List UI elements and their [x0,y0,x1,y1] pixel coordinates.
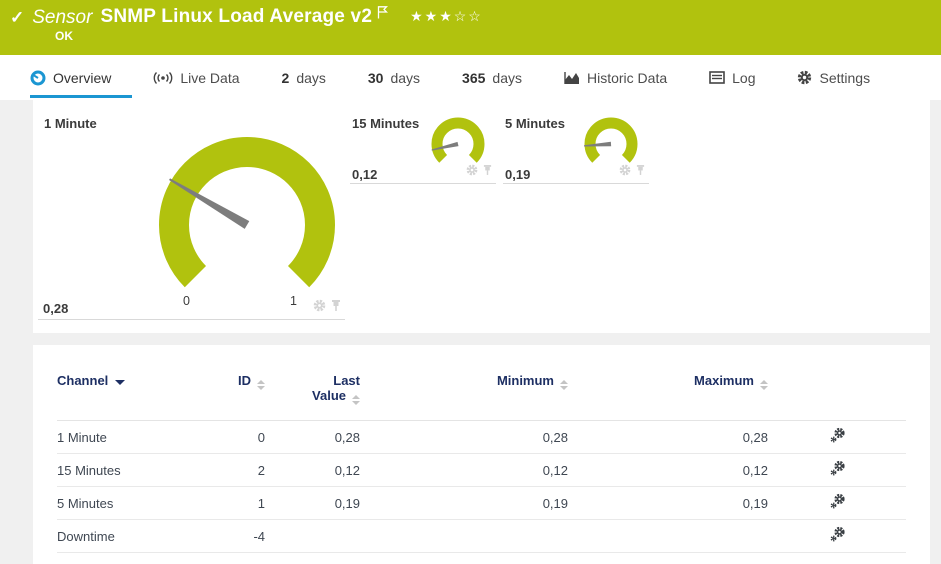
column-header-last-value[interactable]: Last Value [265,365,360,421]
gauge-icon [30,70,46,85]
tab-log-label: Log [732,69,756,86]
tab-historic-data-label: Historic Data [586,69,668,86]
tab-live-data-label: Live Data [180,69,240,86]
sort-arrows-icon [760,380,768,390]
tab-30-days-word: days [390,69,421,86]
gauge-title: 5 Minutes [505,116,565,131]
channel-settings-icon[interactable] [829,460,846,480]
cell-last-value [265,519,360,553]
tab-365-days-word: days [492,69,522,86]
area-chart-icon [564,71,579,84]
channels-table: Channel ID Last Value Minimum Maximum 1 … [57,365,906,553]
gauge-value: 0,28 [43,301,69,316]
gauge-title: 15 Minutes [352,116,420,131]
content-area: 1 Minute 0 1 0,28 15 Minutes 0,12 5 Minu… [0,100,941,564]
cell-maximum: 0,28 [568,420,768,454]
page-title: SNMP Linux Load Average v2 [100,6,373,27]
column-header-minimum-label: Minimum [496,373,554,388]
gauge-scale-min: 0 [183,294,190,308]
cell-maximum: 0,12 [568,453,768,487]
tab-365-days-number: 365 [462,69,486,86]
gauge-pin-icon[interactable] [331,299,341,317]
column-header-maximum[interactable]: Maximum [568,365,768,421]
cell-minimum: 0,12 [360,453,568,487]
column-header-channel[interactable]: Channel [57,365,167,421]
gauge-settings-icon[interactable] [466,163,478,181]
tab-settings-label: Settings [819,69,871,86]
priority-flag-icon[interactable] [377,6,389,24]
column-header-channel-label: Channel [57,373,109,388]
sort-arrows-icon [352,395,360,405]
column-header-id[interactable]: ID [167,365,265,421]
cell-last-value: 0,28 [265,420,360,454]
column-header-settings [768,365,906,421]
column-header-maximum-label: Maximum [694,373,754,388]
gauge-settings-icon[interactable] [313,299,326,317]
table-row: 5 Minutes 1 0,19 0,19 0,19 [57,486,906,520]
tab-live-data[interactable]: Live Data [132,55,260,100]
cell-maximum [568,519,768,553]
channel-settings-icon[interactable] [829,526,846,546]
tab-2-days-word: days [296,69,326,86]
cell-minimum [360,519,568,553]
ok-check-icon: ✓ [10,8,25,27]
cell-id: 2 [167,453,265,487]
table-row: Downtime -4 [57,519,906,553]
gauge-title: 1 Minute [44,116,97,131]
gauge-1-minute: 1 Minute 0 1 0,28 [38,112,345,320]
tab-historic-data[interactable]: Historic Data [543,55,688,100]
gauge-pin-icon[interactable] [483,163,492,181]
gauge-scale-max: 1 [290,294,297,308]
cell-channel[interactable]: 1 Minute [57,420,167,454]
column-header-value-label: Value [312,388,346,403]
gauge-value: 0,12 [352,167,378,182]
object-kind-label: Sensor [32,7,93,28]
tab-overview-label: Overview [53,69,112,86]
cell-channel[interactable]: 5 Minutes [57,486,167,520]
sensor-status-banner: ✓ Sensor SNMP Linux Load Average v2 ★★★☆… [0,0,941,55]
sort-arrows-icon [257,380,265,390]
tab-bar: Overview Live Data 2 days 30 days 365 da… [0,55,941,100]
cell-channel[interactable]: Downtime [57,519,167,553]
tab-log[interactable]: Log [688,55,776,100]
cell-channel[interactable]: 15 Minutes [57,453,167,487]
cell-id: 1 [167,486,265,520]
gauge-value: 0,19 [505,167,531,182]
channels-table-panel: Channel ID Last Value Minimum Maximum 1 … [33,345,930,564]
cell-last-value: 0,19 [265,486,360,520]
broadcast-icon [153,71,173,84]
gauge-dial: 0 1 [159,137,335,308]
table-row: 1 Minute 0 0,28 0,28 0,28 [57,420,906,454]
column-header-id-label: ID [238,373,251,388]
tab-365-days[interactable]: 365 days [441,55,543,100]
tab-overview[interactable]: Overview [30,55,133,100]
priority-stars[interactable]: ★★★☆☆ [410,8,483,25]
overview-gauges-panel: 1 Minute 0 1 0,28 15 Minutes 0,12 5 Minu… [33,100,930,333]
cell-minimum: 0,28 [360,420,568,454]
gauge-settings-icon[interactable] [619,163,631,181]
table-row: 15 Minutes 2 0,12 0,12 0,12 [57,453,906,487]
gauge-pin-icon[interactable] [636,163,645,181]
tab-settings[interactable]: Settings [776,55,891,100]
cell-minimum: 0,19 [360,486,568,520]
status-badge: OK [55,29,73,43]
tab-2-days[interactable]: 2 days [261,55,347,100]
tab-30-days[interactable]: 30 days [347,55,441,100]
gauge-15-minutes: 15 Minutes 0,12 [350,112,496,184]
gauge-5-minutes: 5 Minutes 0,19 [503,112,649,184]
cell-id: 0 [167,420,265,454]
cell-last-value: 0,12 [265,453,360,487]
cell-maximum: 0,19 [568,486,768,520]
channel-settings-icon[interactable] [829,427,846,447]
tab-30-days-number: 30 [367,69,384,86]
column-header-last-label: Last [333,373,360,388]
tab-2-days-number: 2 [281,69,290,86]
gear-icon [798,70,812,85]
sort-arrows-icon [560,380,568,390]
sort-caret-down-icon [115,380,126,385]
channel-settings-icon[interactable] [829,493,846,513]
cell-id: -4 [167,519,265,553]
log-list-icon [709,71,725,84]
column-header-minimum[interactable]: Minimum [360,365,568,421]
